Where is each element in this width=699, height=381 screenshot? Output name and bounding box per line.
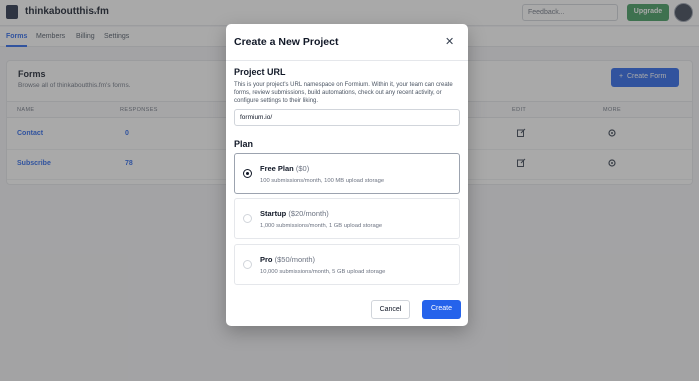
- project-url-heading: Project URL: [234, 67, 286, 77]
- plan-price: ($20/month): [288, 209, 329, 218]
- project-url-description: This is your project's URL namespace on …: [234, 82, 453, 104]
- plan-price: ($0): [295, 164, 310, 173]
- close-icon[interactable]: ✕: [445, 35, 454, 48]
- plan-title: Free Plan ($0): [260, 164, 309, 173]
- plan-price: ($50/month): [274, 255, 316, 264]
- plan-description: 100 submissions/month, 100 MB upload sto…: [260, 178, 385, 184]
- plan-name: Pro: [260, 255, 273, 264]
- plan-option-free[interactable]: Free Plan ($0) 100 submissions/month, 10…: [234, 153, 460, 194]
- plan-option-startup[interactable]: Startup ($20/month) 1,000 submissions/mo…: [234, 198, 460, 239]
- plan-heading: Plan: [234, 139, 254, 149]
- plan-name: Startup: [260, 209, 287, 218]
- create-project-modal: Create a New Project ✕ Project URL This …: [226, 24, 468, 326]
- cancel-button[interactable]: Cancel: [371, 300, 410, 319]
- plan-title: Pro ($50/month): [260, 255, 315, 264]
- plan-option-pro[interactable]: Pro ($50/month) 10,000 submissions/month…: [234, 244, 460, 285]
- project-url-input[interactable]: formium.io/: [234, 109, 460, 126]
- plan-name: Free Plan: [260, 164, 294, 173]
- radio-unselected-icon[interactable]: [243, 214, 252, 223]
- modal-title: Create a New Project: [234, 36, 339, 48]
- plan-description: 1,000 submissions/month, 1 GB upload sto…: [260, 223, 383, 229]
- create-button[interactable]: Create: [422, 300, 461, 319]
- plan-description: 10,000 submissions/month, 5 GB upload st…: [260, 269, 386, 275]
- plan-title: Startup ($20/month): [260, 209, 329, 218]
- modal-divider: [226, 60, 468, 61]
- radio-selected-icon[interactable]: [243, 169, 252, 178]
- radio-unselected-icon[interactable]: [243, 260, 252, 269]
